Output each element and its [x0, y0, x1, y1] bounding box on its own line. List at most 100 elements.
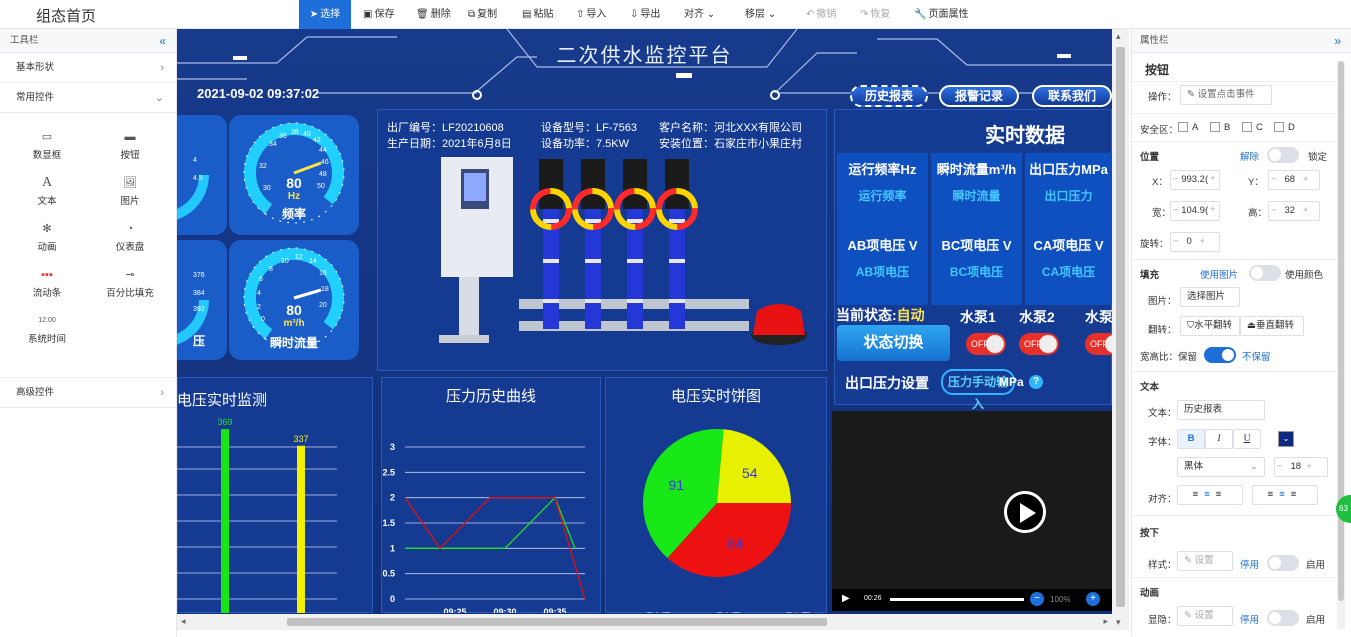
scroll-left-icon[interactable]: ◂ — [181, 616, 186, 627]
video-progress[interactable] — [890, 598, 1024, 601]
undo-button[interactable]: ↶ 撤销 — [802, 0, 840, 29]
save-button[interactable]: ▣ 保存 — [359, 0, 398, 29]
safe-zone-a-checkbox[interactable] — [1178, 122, 1188, 132]
align-label: 对齐： — [1148, 494, 1177, 505]
align-left-icon[interactable]: ≡ — [1193, 489, 1205, 500]
text-color-picker[interactable]: ⌄ — [1278, 431, 1294, 447]
align-dropdown[interactable]: 对齐 ⌄ — [680, 0, 719, 29]
properties-scrollbar[interactable] — [1337, 61, 1345, 629]
alarm-record-button[interactable]: 报警记录 — [939, 85, 1019, 107]
width-increment-icon[interactable]: + — [1210, 204, 1216, 215]
control-animation[interactable]: ✻ 动画 — [12, 221, 82, 253]
visibility-toggle[interactable] — [1267, 610, 1299, 626]
set-click-event-button[interactable]: ✎ 设置点击事件 — [1180, 85, 1272, 105]
design-canvas[interactable]: 二次供水监控平台 2021-09-02 09:37:02 历史报表 报警记录 联… — [177, 29, 1112, 614]
safe-zone-b-checkbox[interactable] — [1210, 122, 1220, 132]
cell-value: 运行频率 — [858, 189, 907, 203]
copy-button[interactable]: ⧉ 复制 — [464, 0, 501, 29]
page-properties-button[interactable]: 🔧 页面属性 — [910, 0, 972, 29]
canvas-vertical-scrollbar[interactable]: ▴ ▾ — [1112, 29, 1129, 630]
bold-button[interactable]: B — [1177, 429, 1205, 449]
control-image[interactable]: 🖼 图片 — [95, 175, 165, 207]
pump-3-toggle[interactable]: OFF — [1085, 333, 1112, 355]
underline-button[interactable]: U — [1233, 429, 1261, 449]
flip-horizontal-button[interactable]: ⛉水平翻转 — [1180, 316, 1240, 336]
lock-toggle[interactable] — [1267, 147, 1299, 163]
font-size-input[interactable]: − 18 + — [1274, 457, 1328, 477]
align-bottom-icon[interactable]: ≡ — [1291, 489, 1303, 500]
scroll-up-icon[interactable]: ▴ — [1116, 31, 1121, 42]
vertical-scroll-thumb[interactable] — [1116, 47, 1125, 607]
export-icon: ⇩ — [630, 9, 639, 20]
section-basic-shapes[interactable]: 基本形状 › — [0, 53, 176, 83]
control-system-time[interactable]: 12:00 系统时间 — [12, 313, 82, 345]
collapse-icon[interactable]: « — [159, 29, 166, 53]
y-tick-label: 2 — [390, 493, 395, 503]
video-play-small-icon[interactable]: ▶ — [842, 593, 850, 604]
control-button[interactable]: ▬ 按钮 — [95, 129, 165, 161]
horizontal-align-group[interactable]: ≡≡≡ — [1177, 485, 1243, 505]
italic-button[interactable]: I — [1205, 429, 1233, 449]
control-percent-fill[interactable]: ⊸ 百分比填充 — [95, 267, 165, 299]
vertical-align-group[interactable]: ≡≡≡ — [1252, 485, 1318, 505]
horizontal-scroll-thumb[interactable] — [287, 618, 827, 626]
x-increment-icon[interactable]: + — [1210, 173, 1216, 184]
choose-image-button[interactable]: 选择图片 — [1180, 287, 1240, 307]
fill-mode-toggle[interactable] — [1249, 265, 1281, 281]
gauge-flow: 80 m³/h 瞬时流量 8 10 12 14 16 18 20 6 4 2 0 — [229, 240, 359, 360]
align-top-icon[interactable]: ≡ — [1268, 489, 1280, 500]
font-label: 字体： — [1148, 437, 1177, 448]
rotation-input[interactable]: − 0 + — [1170, 232, 1220, 252]
import-button[interactable]: ⇧ 导入 — [572, 0, 610, 29]
redo-button[interactable]: ↷ 恢复 — [856, 0, 894, 29]
scroll-down-icon[interactable]: ▾ — [1116, 617, 1121, 628]
control-gauge[interactable]: ◔ 仪表盘 — [95, 221, 165, 253]
export-button[interactable]: ⇩ 导出 — [626, 0, 664, 29]
contact-us-button[interactable]: 联系我们 — [1032, 85, 1112, 107]
aspect-ratio-toggle[interactable] — [1204, 347, 1236, 363]
chevron-down-icon: ⌄ — [154, 92, 164, 104]
status-switch-button[interactable]: 状态切换 — [837, 325, 950, 361]
y-input[interactable]: − 68 + — [1268, 170, 1320, 190]
gauge-frequency: 80 Hz 频率 34 36 38 40 42 44 46 48 50 32 3… — [229, 115, 359, 235]
cell-value: 瞬时流量 — [952, 189, 1001, 203]
pump-2-toggle[interactable]: OFF — [1019, 333, 1059, 355]
flip-vertical-button[interactable]: ⏏垂直翻转 — [1240, 316, 1304, 336]
video-player[interactable]: ▶ 00:26 − 100% + — [832, 411, 1112, 611]
height-input[interactable]: − 32 + — [1268, 201, 1320, 221]
zoom-in-icon[interactable]: + — [1086, 592, 1100, 606]
play-icon[interactable] — [1004, 491, 1046, 533]
paste-button[interactable]: ▤ 粘贴 — [518, 0, 557, 29]
control-text[interactable]: A 文本 — [12, 175, 82, 207]
control-digital-display[interactable]: ▭ 数显框 — [12, 129, 82, 161]
help-icon[interactable]: ? — [1029, 375, 1043, 389]
section-advanced-controls[interactable]: 高级控件 › — [0, 378, 176, 408]
press-toggle[interactable] — [1267, 555, 1299, 571]
align-right-icon[interactable]: ≡ — [1216, 489, 1228, 500]
expand-icon[interactable]: » — [1334, 29, 1341, 53]
delete-button[interactable]: 🗑 删除 — [412, 0, 455, 29]
cell-header: CA项电压 V — [1033, 238, 1104, 253]
section-common-controls[interactable]: 常用控件 ⌄ — [0, 83, 176, 113]
scroll-right-icon[interactable]: ▸ — [1103, 616, 1108, 627]
section-label: 基本形状 — [16, 62, 55, 73]
align-middle-icon[interactable]: ≡ — [1279, 489, 1291, 500]
safe-zone-c-checkbox[interactable] — [1242, 122, 1252, 132]
current-status: 当前状态:自动 — [836, 305, 925, 325]
history-report-button[interactable]: 历史报表 — [850, 85, 928, 107]
select-tool-button[interactable]: ➤ 选择 — [299, 0, 351, 29]
text-value-input[interactable]: 历史报表 — [1177, 400, 1265, 420]
gauge-tick: 32 — [259, 163, 267, 170]
visibility-set-button[interactable]: ✎ 设置 — [1177, 606, 1233, 626]
control-flow-bar[interactable]: ▪▪▪ 流动条 — [12, 267, 82, 299]
align-center-icon[interactable]: ≡ — [1204, 489, 1216, 500]
safe-zone-d-checkbox[interactable] — [1274, 122, 1284, 132]
chevron-right-icon: › — [160, 62, 164, 74]
font-family-select[interactable]: 黑体 ⌄ — [1177, 457, 1265, 477]
realtime-cell-bc-voltage: BC项电压 V BC项电压 — [931, 229, 1022, 305]
zoom-out-icon[interactable]: − — [1030, 592, 1044, 606]
layer-dropdown[interactable]: 移层 ⌄ — [741, 0, 780, 29]
press-style-button[interactable]: ✎ 设置 — [1177, 551, 1233, 571]
canvas-horizontal-scrollbar[interactable]: ◂ ▸ — [177, 614, 1112, 630]
pump-1-toggle[interactable]: OFF — [966, 333, 1006, 355]
